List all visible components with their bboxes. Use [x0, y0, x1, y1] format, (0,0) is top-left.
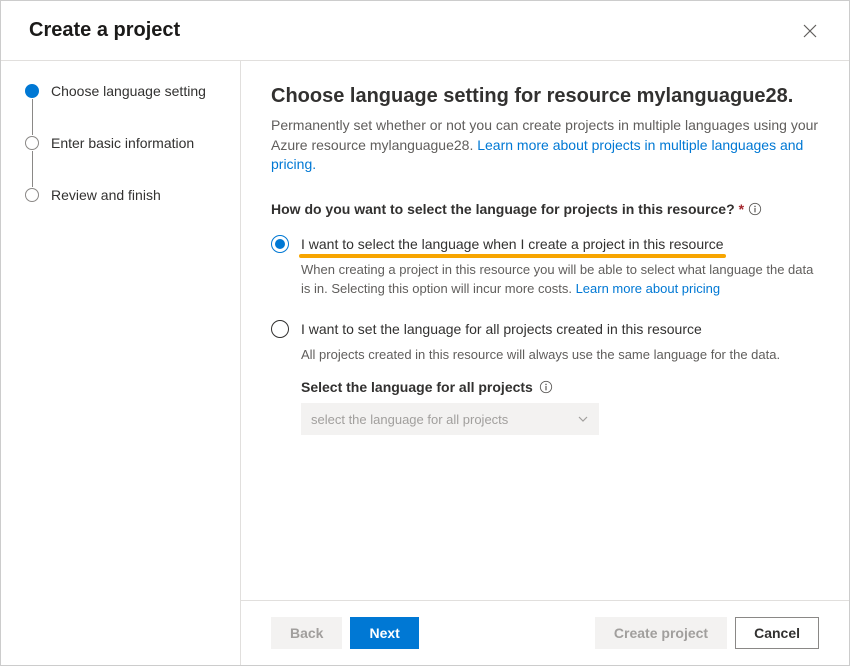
language-select-dropdown[interactable]: select the language for all projects	[301, 403, 599, 435]
select-language-label: Select the language for all projects	[301, 379, 819, 395]
option-per-project-language: I want to select the language when I cre…	[271, 235, 819, 299]
step-bullet-icon	[25, 136, 39, 150]
radio-per-project[interactable]	[271, 235, 289, 253]
step-label: Enter basic information	[51, 135, 194, 151]
back-button[interactable]: Back	[271, 617, 342, 649]
chevron-down-icon	[577, 413, 589, 425]
wizard-footer: Back Next Create project Cancel	[241, 600, 849, 665]
radio-per-project-label: I want to select the language when I cre…	[301, 236, 724, 252]
info-icon[interactable]	[748, 202, 762, 216]
page-description: Permanently set whether or not you can c…	[271, 116, 819, 175]
step-bullet-icon	[25, 188, 39, 202]
step-label: Review and finish	[51, 187, 161, 203]
step-connector	[32, 151, 34, 187]
step-enter-basic-info[interactable]: Enter basic information	[25, 135, 222, 151]
step-label: Choose language setting	[51, 83, 206, 99]
radio-all-projects[interactable]	[271, 320, 289, 338]
step-bullet-active-icon	[25, 84, 39, 98]
learn-more-pricing-link[interactable]: Learn more about pricing	[576, 281, 721, 296]
page-heading: Choose language setting for resource myl…	[271, 85, 819, 108]
option-all-projects-language: I want to set the language for all proje…	[271, 320, 819, 435]
radio-all-projects-label: I want to set the language for all proje…	[301, 321, 702, 337]
info-icon[interactable]	[539, 380, 553, 394]
dropdown-placeholder: select the language for all projects	[311, 412, 508, 427]
option-per-project-description: When creating a project in this resource…	[301, 261, 819, 299]
language-selection-question: How do you want to select the language f…	[271, 201, 819, 217]
create-project-button[interactable]: Create project	[595, 617, 727, 649]
cancel-button[interactable]: Cancel	[735, 617, 819, 649]
next-button[interactable]: Next	[350, 617, 418, 649]
step-review-finish[interactable]: Review and finish	[25, 187, 222, 203]
close-button[interactable]	[799, 20, 821, 42]
option-all-projects-description: All projects created in this resource wi…	[301, 346, 819, 365]
step-choose-language[interactable]: Choose language setting	[25, 83, 222, 99]
step-connector	[32, 99, 34, 135]
question-text: How do you want to select the language f…	[271, 201, 735, 217]
wizard-sidebar: Choose language setting Enter basic info…	[1, 61, 241, 665]
select-language-label-text: Select the language for all projects	[301, 379, 533, 395]
modal-title: Create a project	[29, 19, 180, 42]
option1-desc-text: When creating a project in this resource…	[301, 262, 813, 296]
close-icon	[803, 24, 817, 38]
required-asterisk: *	[739, 201, 744, 217]
